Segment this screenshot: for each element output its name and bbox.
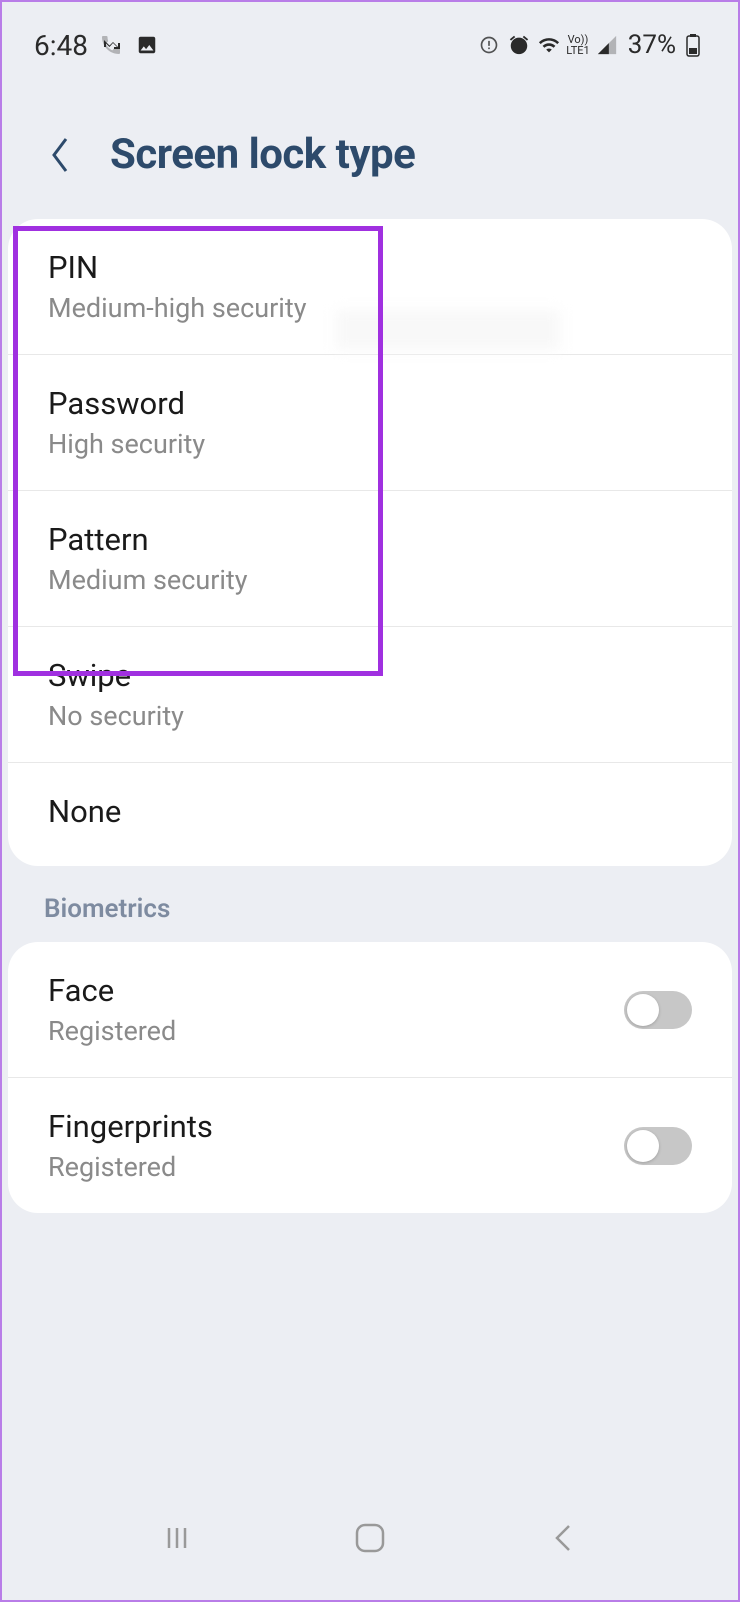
battery-percentage: 37% xyxy=(628,30,676,60)
option-password-title: Password xyxy=(48,385,692,422)
option-fingerprints-subtitle: Registered xyxy=(48,1151,624,1183)
home-button[interactable] xyxy=(350,1518,390,1558)
biometrics-card: Face Registered Fingerprints Registered xyxy=(8,942,732,1213)
option-pattern-title: Pattern xyxy=(48,521,692,558)
missed-call-icon xyxy=(98,32,124,58)
option-none[interactable]: None xyxy=(8,763,732,866)
option-face[interactable]: Face Registered xyxy=(8,942,732,1078)
option-none-title: None xyxy=(48,793,692,830)
face-toggle[interactable] xyxy=(624,991,692,1029)
option-face-title: Face xyxy=(48,972,624,1009)
wifi-icon xyxy=(536,32,562,58)
option-fingerprints[interactable]: Fingerprints Registered xyxy=(8,1078,732,1213)
option-password[interactable]: Password High security xyxy=(8,355,732,491)
volte-icon: Vo)) LTE1 xyxy=(566,34,589,56)
alarm-icon xyxy=(506,32,532,58)
option-swipe-title: Swipe xyxy=(48,657,692,694)
status-bar-right: Vo)) LTE1 37% xyxy=(476,30,706,60)
back-button[interactable] xyxy=(40,135,80,175)
option-password-subtitle: High security xyxy=(48,428,692,460)
option-pin-title: PIN xyxy=(48,249,692,286)
status-bar: 6:48 Vo)) LTE1 37% xyxy=(0,0,740,70)
recents-button[interactable] xyxy=(157,1518,197,1558)
option-face-subtitle: Registered xyxy=(48,1015,624,1047)
option-fingerprints-title: Fingerprints xyxy=(48,1108,624,1145)
page-title: Screen lock type xyxy=(110,130,415,179)
page-header: Screen lock type xyxy=(0,70,740,219)
option-pattern[interactable]: Pattern Medium security xyxy=(8,491,732,627)
redacted-area xyxy=(336,310,560,350)
signal-icon xyxy=(594,32,620,58)
sync-icon xyxy=(476,32,502,58)
biometrics-label: Biometrics xyxy=(0,866,740,942)
fingerprints-toggle[interactable] xyxy=(624,1127,692,1165)
option-swipe[interactable]: Swipe No security xyxy=(8,627,732,763)
battery-icon xyxy=(680,32,706,58)
status-time: 6:48 xyxy=(34,29,88,62)
status-bar-left: 6:48 xyxy=(34,29,160,62)
gallery-icon xyxy=(134,32,160,58)
navigation-bar xyxy=(0,1498,740,1578)
option-swipe-subtitle: No security xyxy=(48,700,692,732)
option-pattern-subtitle: Medium security xyxy=(48,564,692,596)
back-nav-button[interactable] xyxy=(543,1518,583,1558)
